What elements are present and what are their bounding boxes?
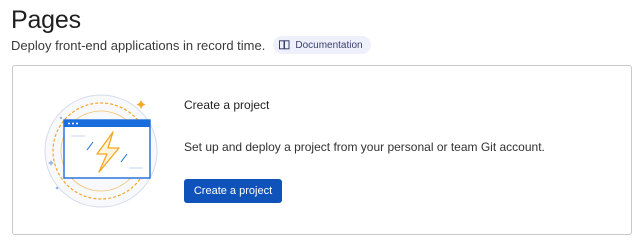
card-title: Create a project [184,98,270,112]
documentation-link[interactable]: Documentation [273,36,371,54]
create-project-button[interactable]: Create a project [184,179,282,203]
card-description: Set up and deploy a project from your pe… [184,140,545,154]
create-project-card: Create a project Set up and deploy a pro… [12,65,632,235]
subtitle-row: Deploy front-end applications in record … [11,36,371,54]
documentation-label: Documentation [295,39,363,51]
page-title: Pages [11,6,81,34]
page-subtitle: Deploy front-end applications in record … [11,37,266,53]
book-icon [279,40,290,50]
lightning-window-icon [41,88,161,213]
